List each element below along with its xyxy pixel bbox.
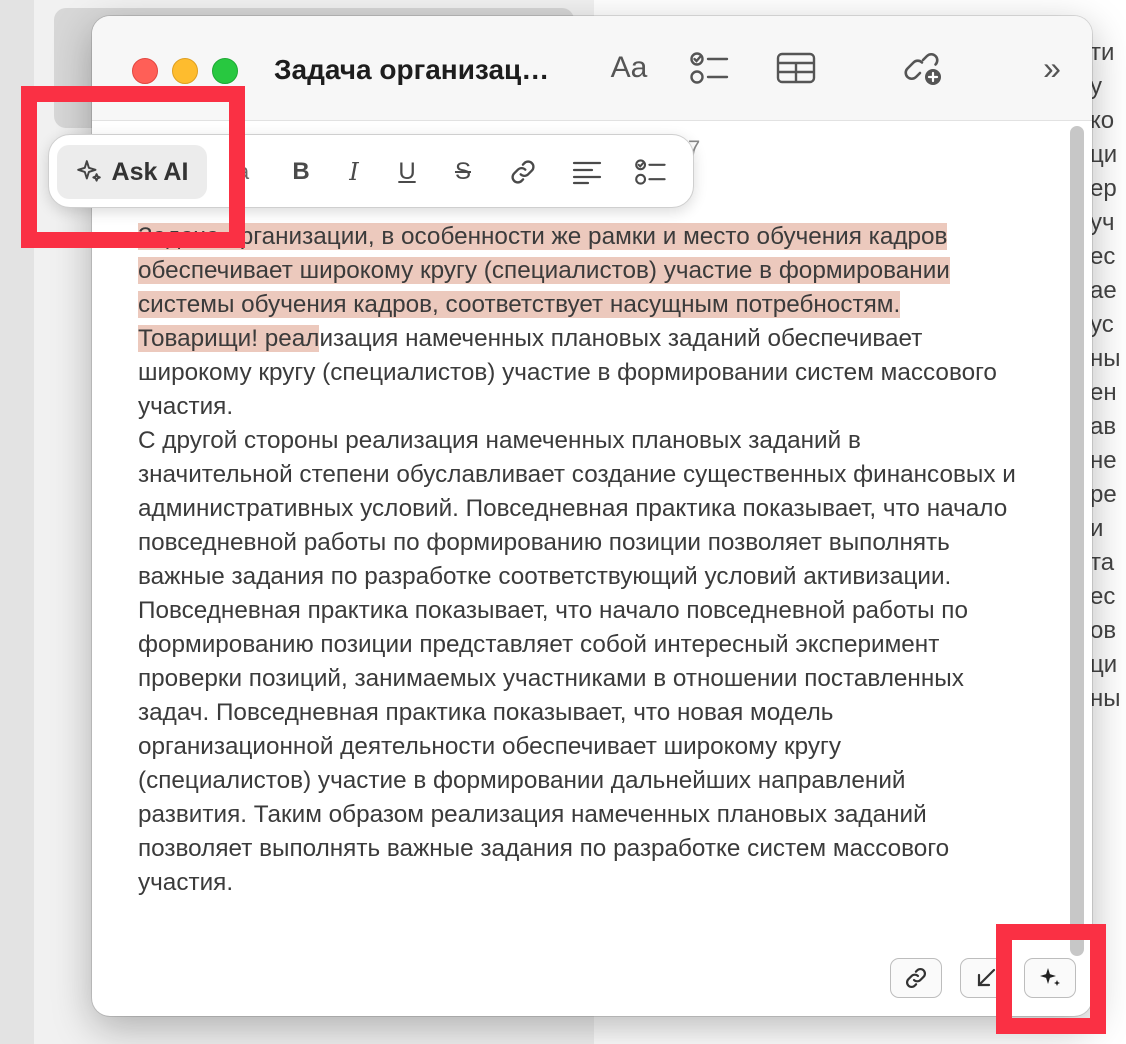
background-text-line: ав	[1090, 413, 1117, 440]
background-editor-text: ти у ко ци ер уч ес ае ус ны ен ав не ре и та ес ов ци ны	[1090, 36, 1126, 716]
link-add-icon	[904, 53, 941, 85]
more-toolbar-button[interactable]: »	[1032, 46, 1072, 90]
close-window-button[interactable]	[132, 58, 158, 84]
link-icon	[511, 160, 535, 184]
background-text-line: ес	[1090, 243, 1116, 270]
background-text-line: ти	[1090, 39, 1115, 66]
window-title: Задача организац…	[274, 54, 550, 85]
scrollbar-thumb[interactable]	[1070, 126, 1084, 956]
paragraph-1: Задача организации, в особенности же рам…	[138, 220, 1018, 424]
background-text-line: ко	[1090, 107, 1115, 134]
align-button[interactable]	[569, 149, 605, 195]
highlight-box-ai-button	[996, 924, 1106, 1034]
background-text-line: ци	[1090, 651, 1118, 678]
background-text-line: ци	[1090, 141, 1118, 168]
background-text-line: та	[1090, 549, 1115, 576]
note-body[interactable]: Задача организации, в особенности же рам…	[138, 220, 1018, 900]
insert-link-button[interactable]	[505, 149, 541, 195]
italic-button[interactable]: I	[339, 149, 369, 195]
background-text-line: ов	[1090, 617, 1117, 644]
background-text-line: ае	[1090, 277, 1117, 304]
table-button[interactable]	[774, 46, 818, 90]
align-left-icon	[572, 161, 602, 185]
background-text-line: ре	[1090, 481, 1117, 508]
link-icon	[905, 967, 927, 989]
background-text-line: и	[1090, 515, 1104, 542]
checklist-button[interactable]	[688, 46, 732, 90]
table-icon	[776, 52, 816, 84]
background-text-line: ус	[1090, 311, 1114, 338]
background-text-line: уч	[1090, 209, 1115, 236]
background-text-line: ны	[1090, 685, 1121, 712]
bold-button[interactable]: B	[285, 149, 317, 195]
share-link-button[interactable]	[902, 46, 946, 90]
underline-button[interactable]: U	[391, 149, 423, 195]
minimize-window-button[interactable]	[172, 58, 198, 84]
background-text-line: ер	[1090, 175, 1117, 202]
format-checklist-button[interactable]	[633, 149, 669, 195]
link-button[interactable]	[890, 958, 942, 998]
background-text-line: ны	[1090, 345, 1121, 372]
paragraph-2: С другой стороны реализация намеченных п…	[138, 427, 1016, 896]
background-text-line: ес	[1090, 583, 1116, 610]
checklist-icon	[635, 159, 666, 185]
highlight-box-ask-ai	[21, 86, 245, 248]
background-text-line: не	[1090, 447, 1117, 474]
arrow-down-left-icon	[977, 968, 996, 987]
zoom-window-button[interactable]	[212, 58, 238, 84]
font-style-button[interactable]: Aa	[606, 46, 652, 90]
background-text-line: ен	[1090, 379, 1117, 406]
background-text-line: у	[1090, 73, 1102, 100]
checklist-icon	[690, 52, 729, 84]
strikethrough-button[interactable]: S	[447, 149, 479, 195]
